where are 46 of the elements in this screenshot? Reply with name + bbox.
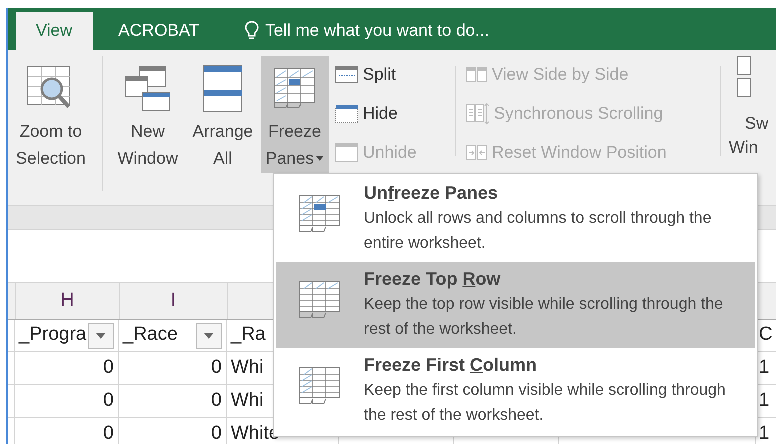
ribbon-large-button[interactable]: Arrange All (185, 56, 261, 173)
table-cell: 0 (119, 385, 227, 417)
table-cell-text: 1 (758, 388, 771, 413)
ribbon-small-button[interactable]: Hide (335, 95, 449, 132)
windows-stack-icon (737, 56, 751, 98)
menu-item-title: Freeze First Column (364, 354, 538, 377)
table-cell: 0 (15, 418, 119, 444)
switch-windows-button[interactable]: Sw Win (725, 56, 769, 160)
filter-dropdown-button[interactable] (88, 322, 114, 348)
ribbon-large-button[interactable]: Zoom to Selection (8, 56, 94, 173)
unhide-window-icon (335, 142, 359, 162)
menu-item-description: Keep the first column visible while scrolling through the rest of the worksheet. (364, 381, 727, 426)
filter-dropdown-button[interactable] (196, 322, 222, 348)
table-cell-text: 1 (758, 356, 771, 380)
menu-item-description: Unlock all rows and columns to scroll through the entire worksheet. (364, 209, 713, 254)
menu-item-description: Keep the top row visible while scrolling through the rest of the worksheet. (364, 295, 724, 340)
table-header-cell: _Progra (15, 320, 119, 351)
table-cell-text: 1 (758, 422, 771, 444)
lightbulb-icon (245, 21, 260, 41)
menu-item-title: Freeze Top Row (364, 268, 502, 291)
caret-down-icon (204, 332, 214, 338)
table-cell-text: C (758, 323, 774, 348)
ribbon-tab[interactable]: View (16, 12, 93, 50)
side-by-side-icon (466, 66, 488, 84)
column-header[interactable]: I (120, 283, 228, 319)
ribbon-large-button[interactable]: Freeze Panes (261, 56, 329, 173)
table-cell: 0 (15, 352, 119, 384)
ribbon-tab[interactable]: ACROBAT (100, 12, 218, 50)
split-icon (335, 66, 359, 84)
reset-window-icon (466, 144, 488, 162)
table-cell: 0 (15, 385, 119, 417)
table-cell: 0 (119, 352, 227, 384)
menu-item[interactable]: Freeze Top Row Keep the top row visible while scrolling through the rest of the worksheet. (276, 262, 755, 348)
table-header-cell: _Race (119, 320, 227, 351)
new-window-icon (124, 65, 172, 113)
ribbon-large-button[interactable]: New Window (111, 56, 185, 173)
menu-item-title: Unfreeze Panes (364, 182, 500, 205)
arrange-windows-icon (201, 64, 245, 114)
column-header[interactable]: H (16, 283, 120, 319)
tell-me-input[interactable]: Tell me what you want to do... (265, 18, 596, 44)
caret-down-icon (96, 332, 106, 338)
synchronous-scrolling-icon (466, 102, 490, 124)
ribbon-small-button[interactable]: Split (335, 56, 449, 93)
table-cell: 0 (119, 418, 227, 444)
menu-item[interactable]: Unfreeze Panes Unlock all rows and columns to scroll through the entire worksheet. (276, 176, 755, 262)
hide-window-icon (335, 104, 359, 124)
